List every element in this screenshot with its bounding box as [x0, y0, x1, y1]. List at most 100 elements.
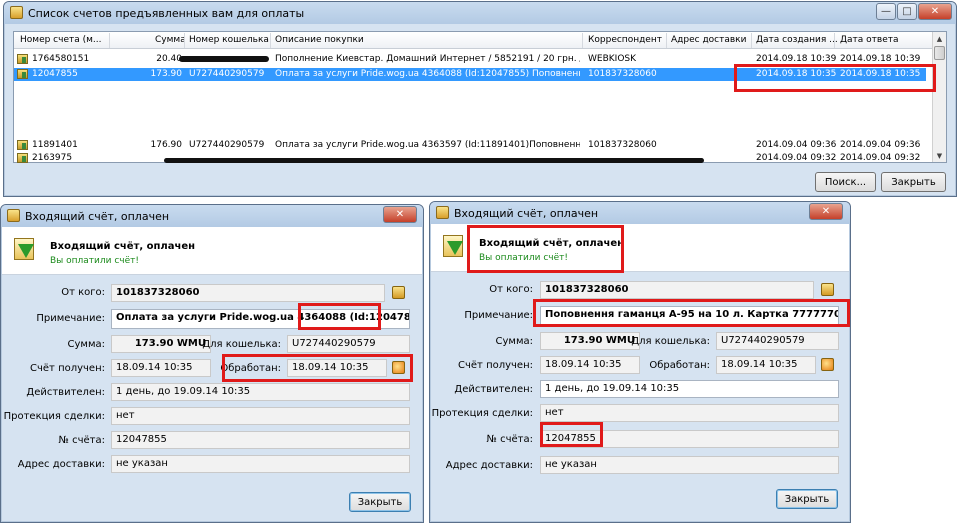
label-sum: Сумма:	[67, 339, 106, 350]
label-address: Адрес доставки:	[17, 459, 105, 470]
search-button[interactable]: Поиск...	[815, 172, 876, 192]
cell-description: Оплата за услуги Pride.wog.ua 4363597 (I…	[275, 140, 580, 150]
col-header-answered[interactable]: Дата ответа	[840, 35, 899, 45]
invoice-list-window: Список счетов предъявленных вам для опла…	[3, 1, 957, 197]
cell-answered: 2014.09.04 09:36	[840, 140, 921, 150]
right-invoice-dialog: Входящий счёт, оплачен ✕ Входящий счёт, …	[429, 201, 851, 523]
label-number: № счёта:	[58, 435, 105, 446]
label-from: От кого:	[489, 284, 533, 295]
field-from: 101837328060	[540, 281, 814, 299]
right-dialog-titlebar[interactable]: Входящий счёт, оплачен ✕	[430, 202, 850, 224]
close-window-button[interactable]: ✕	[809, 203, 843, 220]
left-invoice-dialog: Входящий счёт, оплачен ✕ Входящий счёт, …	[0, 204, 424, 523]
close-window-button[interactable]: ✕	[918, 3, 952, 20]
table-header: Номер счета (м... Сумма Номер кошелька О…	[14, 32, 946, 49]
label-received: Счёт получен:	[30, 363, 105, 374]
invoice-list-titlebar[interactable]: Список счетов предъявленных вам для опла…	[4, 2, 956, 24]
table-row-selected[interactable]: 12047855 173.90 U727440290579 Оплата за …	[14, 68, 926, 81]
table-scrollbar[interactable]: ▲ ▼	[932, 32, 946, 162]
app-icon	[7, 209, 20, 222]
paid-invoice-icon	[17, 153, 28, 163]
table-row[interactable]: 1764580151 20.40 Пополнение Киевстар. До…	[14, 53, 926, 66]
header-title: Входящий счёт, оплачен	[479, 238, 625, 249]
col-header-address[interactable]: Адрес доставки	[671, 35, 746, 45]
minimize-button[interactable]: —	[876, 3, 896, 20]
cell-created: 2014.09.04 09:32	[756, 153, 837, 163]
col-header-wallet[interactable]: Номер кошелька	[189, 35, 269, 45]
field-valid: 1 день, до 19.09.14 10:35	[111, 383, 410, 401]
field-address: не указан	[540, 456, 839, 474]
maximize-button[interactable]: □	[897, 3, 917, 20]
field-sum: 173.90 WMU	[540, 332, 640, 350]
processed-icon[interactable]	[392, 361, 405, 374]
wallet-icon[interactable]	[821, 283, 834, 296]
field-sum: 173.90 WMU	[111, 335, 211, 353]
label-note: Примечание:	[36, 313, 105, 324]
field-number: 12047855	[111, 431, 410, 449]
close-window-button[interactable]: ✕	[383, 206, 417, 223]
paid-invoice-icon	[441, 235, 467, 261]
cell-number: 2163975	[32, 153, 73, 163]
wallet-icon[interactable]	[392, 286, 405, 299]
col-header-description[interactable]: Описание покупки	[275, 35, 364, 45]
header-title: Входящий счёт, оплачен	[50, 241, 196, 252]
right-dialog-header: Входящий счёт, оплачен Вы оплатили счёт!	[431, 224, 849, 272]
header-subtitle: Вы оплатили счёт!	[50, 256, 140, 266]
cell-answered: 2014.09.18 10:39	[840, 54, 921, 64]
cell-number: 12047855	[32, 69, 78, 79]
field-address: не указан	[111, 455, 410, 473]
field-valid: 1 день, до 19.09.14 10:35	[540, 380, 839, 398]
cell-description: Пополнение Киевстар. Домашний Интернет /…	[275, 54, 580, 64]
field-number: 12047855	[540, 430, 839, 448]
app-icon	[436, 206, 449, 219]
field-protection: нет	[111, 407, 410, 425]
field-received: 18.09.14 10:35	[111, 359, 211, 377]
label-processed: Обработан:	[649, 360, 710, 371]
right-dialog-title: Входящий счёт, оплачен	[454, 207, 599, 220]
field-protection: нет	[540, 404, 839, 422]
paid-invoice-icon	[17, 69, 28, 79]
label-for-wallet: Для кошелька:	[631, 336, 710, 347]
app-icon	[10, 6, 23, 19]
col-header-amount[interactable]: Сумма	[155, 35, 186, 45]
field-note[interactable]: Оплата за услуги Pride.wog.ua 4364088 (I…	[111, 309, 410, 329]
label-processed: Обработан:	[220, 363, 281, 374]
close-list-button[interactable]: Закрыть	[881, 172, 946, 192]
paid-invoice-icon	[12, 238, 38, 264]
col-header-created[interactable]: Дата создания ...	[756, 35, 838, 45]
dialog-close-button[interactable]: Закрыть	[776, 489, 838, 509]
cell-description: Оплата за услуги Pride.wog.ua 4364088 (I…	[275, 69, 580, 79]
field-for-wallet: U727440290579	[287, 335, 410, 353]
col-header-correspondent[interactable]: Корреспондент	[588, 35, 662, 45]
cell-number: 1764580151	[32, 54, 90, 64]
redaction-mark	[164, 158, 704, 163]
label-sum: Сумма:	[495, 336, 534, 347]
cell-number: 11891401	[32, 140, 78, 150]
header-subtitle: Вы оплатили счёт!	[479, 253, 569, 263]
table-row[interactable]: 11891401 176.90 U727440290579 Оплата за …	[14, 139, 926, 152]
field-from: 101837328060	[111, 284, 385, 302]
left-dialog-titlebar[interactable]: Входящий счёт, оплачен ✕	[1, 205, 423, 227]
field-note[interactable]: Поповнення гаманця А-95 на 10 л. Картка …	[540, 306, 839, 326]
cell-answered: 2014.09.18 10:35	[840, 69, 921, 79]
cell-correspondent: WEBKIOSK	[588, 54, 637, 64]
cell-answered: 2014.09.04 09:32	[840, 153, 921, 163]
col-header-number[interactable]: Номер счета (м...	[20, 35, 101, 45]
window-title: Список счетов предъявленных вам для опла…	[28, 7, 305, 20]
left-dialog-title: Входящий счёт, оплачен	[25, 210, 170, 223]
cell-created: 2014.09.18 10:39	[756, 54, 837, 64]
label-valid: Действителен:	[454, 384, 533, 395]
processed-icon[interactable]	[821, 358, 834, 371]
cell-created: 2014.09.18 10:35	[756, 69, 837, 79]
label-protection: Протекция сделки:	[431, 408, 533, 419]
label-received: Счёт получен:	[458, 360, 533, 371]
cell-wallet: U727440290579	[189, 69, 265, 79]
cell-amount: 173.90	[150, 69, 183, 79]
cell-correspondent: 101837328060	[588, 140, 657, 150]
label-for-wallet: Для кошелька:	[202, 339, 281, 350]
left-dialog-header: Входящий счёт, оплачен Вы оплатили счёт!	[2, 227, 422, 275]
label-note: Примечание:	[464, 310, 533, 321]
redaction-mark	[179, 56, 269, 62]
cell-amount: 176.90	[150, 140, 183, 150]
dialog-close-button[interactable]: Закрыть	[349, 492, 411, 512]
